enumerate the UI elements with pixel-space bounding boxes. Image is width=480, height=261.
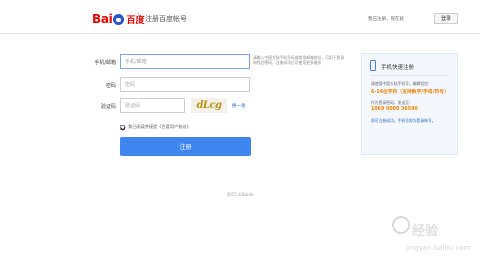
baidu-logo[interactable]: Bai 百度 [92,11,144,27]
phone-placeholder: 手机/邮箱 [125,59,147,65]
login-button[interactable]: 登录 [434,13,458,24]
panel-divider [370,75,449,76]
page-title: 注册百度帐号 [145,15,187,23]
logo-du-text: 百度 [126,15,145,26]
logo-bai-text: Bai [92,12,113,26]
jingyan-watermark: 经验 jingyan.baidu.com [392,216,472,258]
mobile-register-title: 手机快速注册 [381,65,415,71]
captcha-label: 验证码 [100,104,116,110]
agree-checkbox[interactable] [120,124,125,130]
password-placeholder: 密码 [125,82,136,88]
mobile-register-password-rule: 6-14位字符（支持数字/字母/符号） [371,90,449,95]
phone-input[interactable]: 手机/邮箱 [120,54,250,69]
already-registered-text: 我已注册，现在就 [368,17,404,22]
refresh-captcha-link[interactable]: 换一张 [232,103,246,109]
paw-icon [113,13,125,25]
agreement-row: 我已阅读并接受《百度用户协议》 [120,124,191,130]
phone-label: 手机/邮箱 [94,60,116,66]
register-button[interactable]: 注册 [120,137,251,156]
captcha-input[interactable]: 验证码 [120,98,185,113]
agreement-text[interactable]: 我已阅读并接受《百度用户协议》 [128,124,191,130]
captcha-placeholder: 验证码 [125,103,141,109]
footer-copyright: 2015 ©Baidu [226,192,254,197]
mobile-register-line1: 请使用中国大陆手机号，编辑短信： [371,81,432,86]
mobile-register-line3: 即可注册成功，手机号即为登录帐号。 [371,118,436,123]
phone-hint: 请输入中国大陆手机号码或常用邮箱地址，可用于登录和找回密码，注册成功后可使用更多… [253,55,345,66]
captcha-image[interactable]: dLcg [191,98,227,113]
mobile-register-line2: 作为登录密码，发送至： [371,100,413,105]
watermark-paw-icon [392,216,410,234]
mobile-register-sms-number: 1069 0000 36590 [371,107,418,112]
captcha-image-text: dLcg [196,100,222,111]
page-header: Bai 百度 注册百度帐号 我已注册，现在就 登录 [0,0,480,34]
watermark-text: 经验 [412,224,439,239]
password-input[interactable]: 密码 [120,77,250,92]
header-divider [138,13,139,24]
mobile-register-panel: 手机快速注册 请使用中国大陆手机号，编辑短信： 6-14位字符（支持数字/字母/… [361,53,458,155]
password-label: 密码 [105,83,116,89]
mobile-phone-icon [370,60,376,71]
watermark-url: jingyan.baidu.com [406,244,471,252]
